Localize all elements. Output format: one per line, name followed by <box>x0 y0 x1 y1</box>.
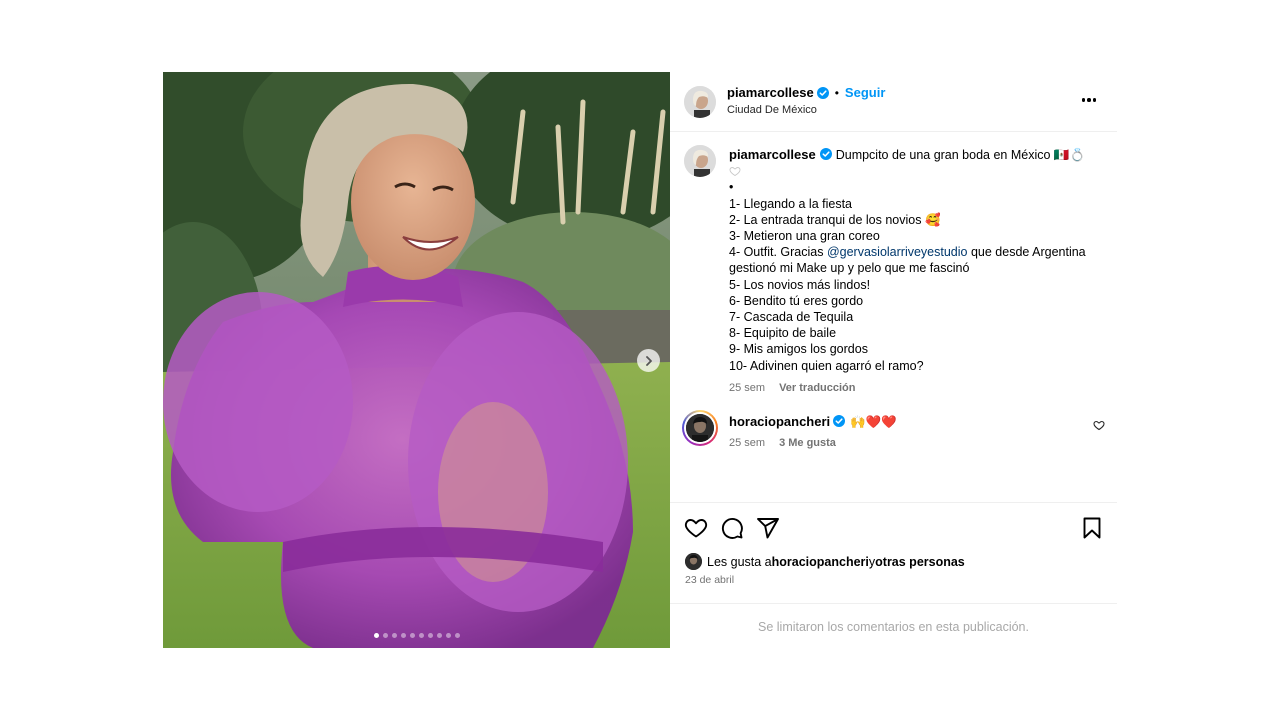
follow-button[interactable]: Seguir <box>845 85 885 100</box>
carousel-dot <box>373 633 379 638</box>
carousel-next-button[interactable] <box>637 349 660 372</box>
carousel-dot <box>454 633 460 638</box>
comment-line: horaciopancheri 🙌❤️❤️ <box>729 414 897 430</box>
carousel-dot <box>445 633 451 638</box>
carousel-dot <box>391 633 397 638</box>
caption-line: 10- Adivinen quien agarró el ramo? <box>729 358 924 373</box>
comment-item: horaciopancheri 🙌❤️❤️ 25 sem 3 Me gusta <box>670 406 1117 456</box>
mention-link[interactable]: @gervasiolarriveyestudio <box>827 245 968 259</box>
author-username[interactable]: piamarcollese <box>727 85 814 100</box>
avatar-photo <box>685 553 702 570</box>
caption-line: 2- La entrada tranqui de los novios 🥰 <box>729 212 941 227</box>
post-header: piamarcollese • Seguir Ciudad De México <box>670 72 1117 132</box>
bookmark-icon[interactable] <box>1080 516 1104 540</box>
comment-text: 🙌❤️❤️ <box>850 415 897 429</box>
liker-avatar <box>685 553 702 570</box>
author-avatar[interactable] <box>684 86 716 118</box>
carousel-dot <box>382 633 388 638</box>
carousel-dot <box>418 633 424 638</box>
caption-outfit-suffix: que desde Argentina <box>967 245 1086 260</box>
caption-outfit-line: 4- Outfit. Gracias @gervasiolarriveyestu… <box>729 244 1099 260</box>
caption-meta: 25 sem Ver traducción <box>729 380 1099 396</box>
commenter-username[interactable]: horaciopancheri <box>729 414 830 429</box>
comments-limited-notice: Se limitaron los comentarios en esta pub… <box>670 603 1117 649</box>
carousel-dot <box>427 633 433 638</box>
carousel-dot <box>409 633 415 638</box>
avatar-photo <box>684 86 716 118</box>
comment-likes[interactable]: 3 Me gusta <box>779 437 836 449</box>
likes-others[interactable]: otras personas <box>875 555 965 569</box>
more-options-icon[interactable] <box>1077 90 1101 110</box>
comment-heart-icon[interactable] <box>1093 419 1105 431</box>
post-side-panel: piamarcollese • Seguir Ciudad De México <box>670 72 1117 648</box>
action-bar <box>684 516 1104 540</box>
carousel-dot <box>400 633 406 638</box>
carousel-dots <box>163 633 670 638</box>
caption-line: 5- Los novios más lindos! <box>729 277 871 292</box>
verified-badge-icon <box>833 415 846 427</box>
heart-icon[interactable] <box>684 516 708 540</box>
caption-line: 3- Metieron una gran coreo <box>729 229 880 244</box>
caption-line: gestionó mi Make up y pelo que me fascin… <box>729 261 970 276</box>
caption-time[interactable]: 25 sem <box>729 382 765 394</box>
comment-meta: 25 sem 3 Me gusta <box>729 437 836 449</box>
instagram-post: piamarcollese • Seguir Ciudad De México <box>163 72 1117 648</box>
avatar-photo <box>684 145 716 177</box>
caption-line: 1- Llegando a la fiesta <box>729 196 853 211</box>
caption-avatar[interactable] <box>684 145 716 177</box>
caption-line: 6- Bendito tú eres gordo <box>729 293 864 308</box>
commenter-avatar[interactable] <box>682 410 718 446</box>
avatar-photo <box>686 414 714 442</box>
likes-user[interactable]: horaciopancheri <box>772 555 869 569</box>
caption-line: 9- Mis amigos los gordos <box>729 342 868 357</box>
post-actions: Les gusta a horaciopancheri y otras pers… <box>670 502 1117 642</box>
likes-prefix: Les gusta a <box>707 554 772 569</box>
caption-line: 7- Cascada de Tequila <box>729 310 854 325</box>
caption-bullet: • <box>729 180 734 195</box>
comment-time[interactable]: 25 sem <box>729 437 765 449</box>
chevron-right-icon <box>645 355 652 366</box>
caption-text: piamarcollese Dumpcito de una gran boda e… <box>729 147 1099 396</box>
share-icon[interactable] <box>756 516 780 540</box>
header-line: piamarcollese • Seguir <box>727 85 885 100</box>
caption-title: Dumpcito de una gran boda en México 🇲🇽💍 <box>835 148 1086 162</box>
translate-link[interactable]: Ver traducción <box>779 382 855 394</box>
caption-username[interactable]: piamarcollese <box>729 147 816 162</box>
post-date[interactable]: 23 de abril <box>685 574 734 586</box>
heart-outline-icon <box>729 167 741 177</box>
comment-icon[interactable] <box>720 516 744 540</box>
verified-badge-icon <box>816 86 829 99</box>
likes-summary[interactable]: Les gusta a horaciopancheri y otras pers… <box>685 553 965 570</box>
post-media[interactable] <box>163 72 670 648</box>
carousel-dot <box>436 633 442 638</box>
caption-outfit-prefix: 4- Outfit. Gracias <box>729 245 827 260</box>
post-location[interactable]: Ciudad De México <box>727 104 817 116</box>
verified-badge-icon <box>819 148 832 160</box>
separator-dot: • <box>834 85 839 100</box>
caption-line: 8- Equipito de baile <box>729 326 837 341</box>
post-photo <box>163 72 670 648</box>
